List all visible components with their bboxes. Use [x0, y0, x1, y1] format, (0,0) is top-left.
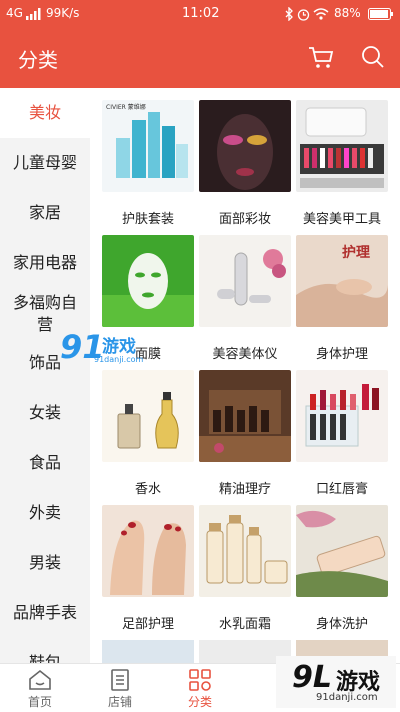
grid-item-label: 身体护理 — [315, 347, 368, 362]
skincare-set-image: CIVIER 蒙维娜 — [102, 100, 194, 192]
grid-item-lotion-cream[interactable]: 水乳面霜 — [199, 505, 291, 632]
watermark-site: 91danji.com — [94, 355, 144, 364]
sidebar-item-watches[interactable]: 品牌手表 — [0, 588, 90, 638]
grid-item-label: 美容美体仪 — [212, 347, 278, 362]
grid-item-beauty-device[interactable]: 美容美体仪 — [199, 235, 291, 362]
grid-item-face-makeup[interactable]: 面部彩妆 — [199, 100, 291, 227]
tab-store[interactable]: 店铺 — [80, 668, 160, 710]
promo-text: 护理 — [342, 244, 370, 261]
sidebar-item-home[interactable]: 家居 — [0, 188, 90, 238]
essential-oil-image — [199, 370, 291, 462]
status-bar: 4G 99K/s 11:02 88% — [0, 0, 400, 28]
sidebar-item-food[interactable]: 食品 — [0, 438, 90, 488]
category-icon — [189, 669, 211, 691]
sidebar-item-beauty[interactable]: 美妆 — [0, 88, 90, 138]
clock: 11:02 — [182, 6, 220, 21]
grid-item-label: 身体洗护 — [315, 617, 368, 632]
network-type: 4G — [6, 6, 23, 20]
watermark-corner: 9L 游戏 91danji.com — [276, 656, 396, 708]
grid-item-label: 足部护理 — [121, 617, 174, 632]
watermark-logo: 91 游戏 91danji.com — [60, 328, 148, 372]
watermark-text: 游戏 — [102, 337, 136, 357]
sidebar-item-takeout[interactable]: 外卖 — [0, 488, 90, 538]
body-care-image: 护理 — [296, 235, 388, 327]
battery-percent: 88% — [334, 6, 361, 20]
cart-icon[interactable] — [306, 42, 336, 72]
watermark-corner-mark: 9L — [292, 660, 332, 695]
sidebar-item-shoes-bags[interactable]: 鞋包 — [0, 638, 90, 663]
grid-item-body-wash[interactable]: 身体洗护 — [296, 505, 388, 632]
grid-item-label: 面部彩妆 — [218, 212, 271, 227]
grid-item-body-care[interactable]: 护理 身体护理 — [296, 235, 388, 362]
tab-label: 首页 — [27, 695, 52, 709]
grid-item-label: 口红唇膏 — [315, 482, 368, 497]
home-icon — [29, 669, 51, 690]
face-mask-image — [102, 235, 194, 327]
bluetooth-icon — [285, 7, 293, 21]
grid-item-essential-oil[interactable]: 精油理疗 — [199, 370, 291, 497]
body-wash-image — [296, 505, 388, 597]
watermark-corner-site: 91danji.com — [316, 692, 378, 703]
grid-item-label: 护肤套装 — [121, 212, 174, 227]
grid-item-perfume[interactable]: 香水 — [102, 370, 194, 497]
signal-icon — [26, 8, 41, 20]
grid-item-foot-care[interactable]: 足部护理 — [102, 505, 194, 632]
tab-label: 分类 — [187, 695, 212, 709]
sidebar-item-appliances[interactable]: 家用电器 — [0, 238, 90, 288]
grid-item-skincare-set[interactable]: CIVIER 蒙维娜 护肤套装 — [102, 100, 194, 227]
page-title: 分类 — [18, 48, 58, 72]
perfume-image — [102, 370, 194, 462]
wifi-icon — [313, 8, 329, 20]
store-icon — [111, 669, 129, 691]
search-icon[interactable] — [358, 42, 388, 72]
category-grid: CIVIER 蒙维娜 护肤套装 面部彩妆 美容美甲工具 面膜 美容美体仪 护理 … — [90, 88, 400, 663]
category-sidebar: 美妆 儿童母婴 家居 家用电器 多福购自营 饰品 女装 食品 外卖 男装 品牌手… — [0, 88, 90, 663]
grid-item-label: 香水 — [134, 482, 161, 497]
battery-icon — [368, 8, 393, 20]
grid-item-lipstick[interactable]: 口红唇膏 — [296, 370, 388, 497]
grid-item-partial — [102, 640, 194, 663]
grid-item-label: 水乳面霜 — [218, 617, 271, 632]
alarm-icon — [297, 9, 310, 21]
network-speed: 99K/s — [46, 6, 80, 20]
sidebar-item-kids-baby[interactable]: 儿童母婴 — [0, 138, 90, 188]
foot-care-image — [102, 505, 194, 597]
brand-text: CIVIER 蒙维娜 — [106, 103, 146, 111]
tab-category[interactable]: 分类 — [160, 668, 240, 710]
tab-label: 店铺 — [107, 695, 132, 709]
beauty-device-image — [199, 235, 291, 327]
sidebar-item-womens[interactable]: 女装 — [0, 388, 90, 438]
app-header: 分类 — [0, 28, 400, 88]
grid-item-label: 精油理疗 — [218, 482, 271, 497]
nail-tools-image — [296, 100, 388, 192]
sidebar-item-mens[interactable]: 男装 — [0, 538, 90, 588]
lipstick-image — [296, 370, 388, 462]
face-makeup-image — [199, 100, 291, 192]
grid-item-label: 美容美甲工具 — [302, 212, 381, 227]
grid-item-beauty-nail-tools[interactable]: 美容美甲工具 — [296, 100, 388, 227]
tab-home[interactable]: 首页 — [0, 668, 80, 710]
lotion-cream-image — [199, 505, 291, 597]
